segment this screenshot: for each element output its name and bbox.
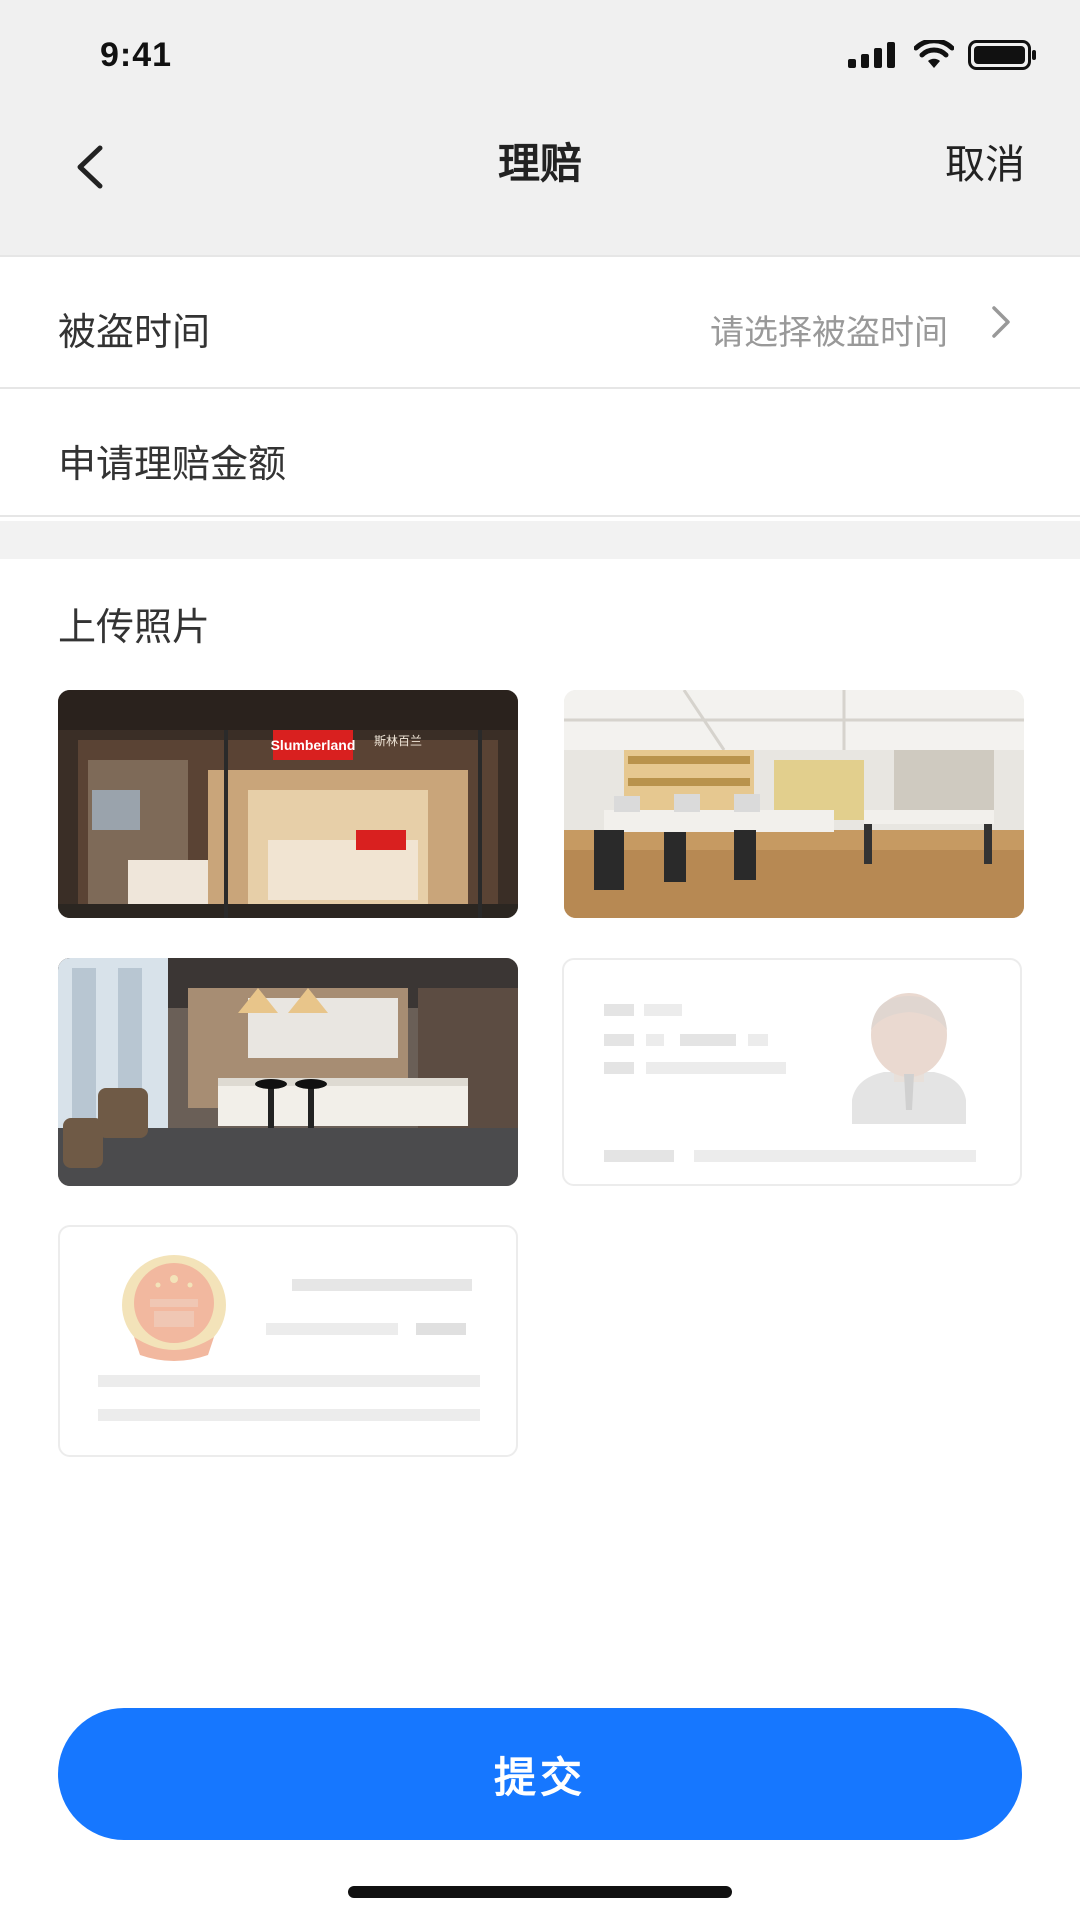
wifi-icon: [914, 40, 954, 68]
id-card-front-placeholder[interactable]: [562, 958, 1022, 1186]
status-bar: 9:41: [0, 0, 1080, 110]
chevron-right-icon: [992, 306, 1010, 338]
page-title: 理赔: [497, 139, 582, 188]
nav-bar: 理赔 取消: [0, 110, 1080, 256]
store-front-image: Slumberland 斯林百兰: [58, 690, 518, 918]
section-divider: [0, 521, 1080, 559]
theft-time-label: 被盗时间: [58, 310, 211, 354]
store-front-photo[interactable]: Slumberland 斯林百兰: [58, 690, 518, 918]
home-indicator[interactable]: [348, 1886, 732, 1898]
id-card-emblem-placeholder[interactable]: [58, 1225, 518, 1457]
status-icons: [848, 38, 1038, 72]
signal-icon: [848, 42, 895, 68]
upload-title: 上传照片: [58, 605, 211, 649]
theft-time-row[interactable]: 被盗时间 请选择被盗时间: [0, 255, 1080, 385]
id-card-emblem-image: [98, 1255, 480, 1421]
theft-time-placeholder: 请选择被盗时间: [710, 313, 948, 353]
office-image: [564, 690, 1024, 918]
id-card-front-image: [604, 993, 976, 1162]
kitchen-image: [58, 958, 518, 1186]
submit-button[interactable]: 提交: [58, 1708, 1022, 1840]
store-sign-brand: Slumberland: [271, 737, 356, 753]
claim-amount-label: 申请理赔金额: [58, 442, 287, 486]
office-photo[interactable]: [564, 690, 1024, 918]
claim-amount-row[interactable]: 申请理赔金额: [0, 387, 1080, 517]
battery-icon: [968, 40, 1036, 70]
status-time: 9:41: [100, 36, 173, 74]
cancel-button[interactable]: 取消: [945, 132, 1025, 190]
kitchen-photo[interactable]: [58, 958, 518, 1186]
store-sign-text: 斯林百兰: [374, 734, 422, 748]
